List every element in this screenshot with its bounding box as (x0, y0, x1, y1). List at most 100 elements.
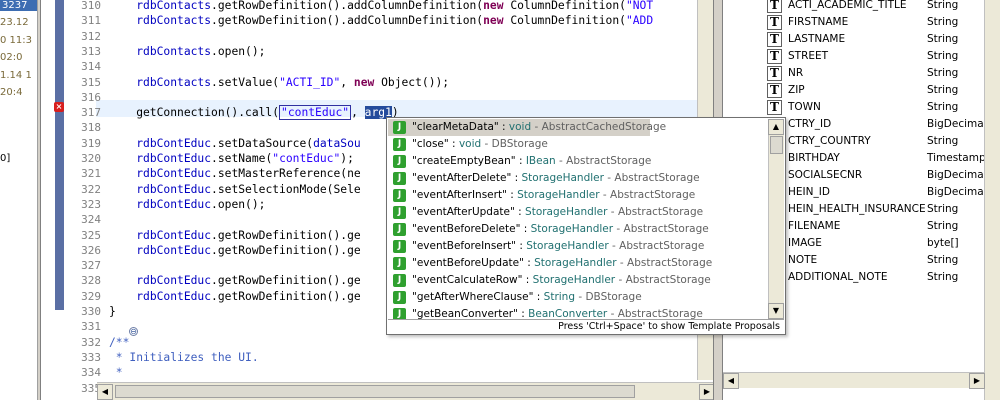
code-line[interactable]: getConnection().call("contEduc", arg1) (109, 105, 399, 121)
proposal-item[interactable]: J "eventBeforeInsert" : StorageHandler - … (388, 238, 768, 255)
line-number: 329 (81, 289, 101, 303)
column-row[interactable]: T NR String (723, 65, 1000, 82)
proposal-item[interactable]: J "eventAfterUpdate" : StorageHandler - A… (388, 204, 768, 221)
proposal-separator: : (511, 172, 522, 184)
code-token: .getRowDefinition().addColumnDefinition( (211, 14, 484, 28)
text-column-icon: T (767, 49, 782, 64)
text-column-icon: T (767, 66, 782, 81)
scroll-thumb[interactable] (770, 136, 783, 154)
scroll-up-arrow-icon[interactable]: ▲ (768, 119, 784, 135)
error-marker-icon[interactable]: × (54, 102, 64, 112)
column-type: String (927, 84, 959, 96)
column-type: String (927, 271, 959, 283)
code-line[interactable]: rdbContEduc.getRowDefinition().ge (109, 243, 361, 257)
proposal-list[interactable]: J "clearMetaData" : void - AbstractCached… (388, 119, 768, 319)
code-token: rdbContacts (136, 44, 212, 58)
proposal-item[interactable]: J "eventAfterInsert" : StorageHandler - A… (388, 187, 768, 204)
column-row[interactable]: T TOWN String (723, 99, 1000, 116)
text-column-icon: T (767, 32, 782, 47)
column-type: String (927, 254, 959, 266)
scroll-right-arrow-icon[interactable]: ▶ (969, 373, 985, 389)
code-line[interactable]: rdbContEduc.getRowDefinition().ge (109, 289, 360, 303)
line-number: 326 (81, 243, 101, 257)
left-strip-item[interactable]: 20:4 (0, 87, 37, 98)
code-line[interactable]: * (109, 366, 123, 379)
code-token: rdbContEduc (136, 182, 212, 196)
proposal-declaring-class: AbstractStorage (617, 206, 704, 218)
scroll-right-arrow-icon[interactable]: ▶ (699, 384, 713, 400)
proposal-scrollbar[interactable]: ▲ ▼ (768, 119, 784, 319)
code-line[interactable]: * Initializes the UI. (109, 351, 259, 364)
scroll-left-arrow-icon[interactable]: ◀ (97, 384, 113, 400)
column-row[interactable]: T FIRSTNAME String (723, 14, 1000, 31)
editor-range-indicator (55, 0, 64, 310)
proposal-name: "eventAfterInsert" (412, 189, 507, 201)
code-line[interactable]: rdbContEduc.open(); (109, 198, 265, 211)
scroll-down-arrow-icon[interactable]: ▼ (768, 303, 784, 319)
code-token: * (109, 366, 123, 380)
proposal-item[interactable]: J "eventCalculateRow" : StorageHandler - … (388, 272, 768, 289)
proposal-item[interactable]: J "eventBeforeDelete" : StorageHandler - … (388, 221, 768, 238)
left-strip-item[interactable]: 0] (0, 153, 37, 164)
template-proposals-hint: Press 'Ctrl+Space' to show Template Prop… (388, 319, 784, 333)
code-line[interactable]: rdbContacts.getRowDefinition().addColumn… (109, 14, 653, 27)
left-strip-item[interactable]: 02:0 (0, 52, 37, 63)
proposal-item[interactable]: J "eventAfterDelete" : StorageHandler - A… (388, 170, 768, 187)
line-number: 333 (81, 350, 101, 364)
code-line[interactable]: rdbContEduc.getRowDefinition().ge (109, 274, 360, 288)
code-line[interactable]: /** (109, 336, 129, 349)
code-line[interactable]: rdbContEduc.setSelectionMode(Sele (109, 182, 360, 196)
proposal-item[interactable]: J "getBeanConverter" : BeanConverter - Ab… (388, 306, 768, 319)
column-row[interactable]: T LASTNAME String (723, 31, 1000, 48)
columns-vertical-scrollbar[interactable] (984, 0, 1000, 400)
code-line[interactable]: rdbContEduc.setName("contEduc"); (109, 152, 354, 165)
left-strip-item[interactable]: 0 11:3 (0, 35, 37, 46)
proposal-text: "eventBeforeUpdate" : StorageHandler - A… (412, 257, 712, 269)
content-assist-popup[interactable]: J "clearMetaData" : void - AbstractCached… (386, 117, 786, 335)
proposal-item[interactable]: J "clearMetaData" : void - AbstractCached… (388, 119, 666, 136)
proposal-item[interactable]: J "close" : void - DBStorage (388, 136, 768, 153)
column-row[interactable]: T STREET String (723, 48, 1000, 65)
code-line[interactable]: rdbContEduc.getRowDefinition().ge (109, 228, 361, 242)
code-line[interactable]: } (109, 305, 116, 318)
code-token: rdbContEduc (136, 289, 212, 303)
column-type: BigDecimal (927, 169, 987, 181)
scroll-left-arrow-icon[interactable]: ◀ (723, 373, 739, 389)
method-proposal-icon: J (393, 257, 406, 270)
code-token: .getRowDefinition().ge (211, 228, 361, 242)
proposal-item[interactable]: J "createEmptyBean" : IBean - AbstractSto… (388, 153, 768, 170)
code-line[interactable]: rdbContEduc.setDataSource(dataSou (109, 137, 360, 150)
column-row[interactable]: T ACTI_ACADEMIC_TITLE String (723, 0, 1000, 14)
fold-collapse-icon[interactable]: ⊖ (129, 327, 138, 336)
column-type: String (927, 67, 959, 79)
left-strip-item[interactable]: 3237 (0, 0, 37, 11)
code-line[interactable]: rdbContEduc.setMasterReference(ne (109, 167, 361, 181)
code-line[interactable]: rdbContacts.setValue("ACTI_ID", new Obje… (109, 76, 449, 89)
columns-horizontal-scrollbar[interactable]: ◀ ▶ (723, 372, 985, 389)
proposal-return-type: void (508, 121, 532, 133)
code-token: "NOT (625, 0, 654, 12)
proposal-item[interactable]: J "eventBeforeUpdate" : StorageHandler - … (388, 255, 768, 272)
column-row[interactable]: T ZIP String (723, 82, 1000, 99)
code-token: .getRowDefinition().ge (211, 243, 361, 257)
left-strip-item[interactable]: 1.14 1 (0, 70, 37, 81)
proposal-return-type: BeanConverter (528, 308, 608, 319)
scroll-thumb[interactable] (115, 385, 635, 398)
method-proposal-icon: J (393, 138, 406, 151)
code-token: rdbContEduc (136, 274, 212, 288)
left-strip-item[interactable]: 23.12 (0, 17, 37, 28)
code-token: Object()); (374, 75, 450, 89)
code-token: ColumnDefinition( (503, 0, 626, 12)
code-line[interactable]: rdbContacts.getRowDefinition().addColumn… (109, 0, 653, 12)
proposal-text: "getAfterWhereClause" : String - DBStora… (412, 291, 642, 303)
proposal-item[interactable]: J "getAfterWhereClause" : String - DBStor… (388, 289, 768, 306)
code-token: .setMasterReference(ne (211, 167, 361, 181)
code-line[interactable]: rdbContacts.open(); (109, 45, 265, 58)
editor-horizontal-scrollbar[interactable]: ◀ ▶ (97, 382, 713, 400)
proposal-declaring-class: AbstractStorage (623, 223, 709, 235)
proposal-declaring-class: AbstractStorage (617, 308, 703, 319)
proposal-return-type: String (543, 291, 575, 303)
